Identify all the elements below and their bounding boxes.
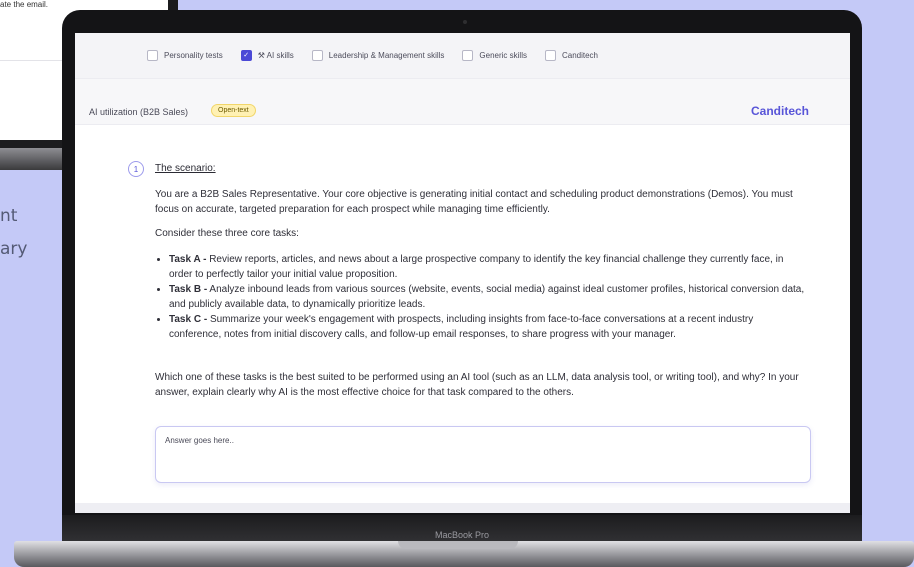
filter-label: Canditech: [561, 51, 599, 60]
scenario-intro: You are a B2B Sales Representative. Your…: [155, 189, 793, 215]
task-label: Task C -: [169, 314, 208, 325]
background-snippet: ate the email.: [0, 0, 49, 9]
filter-personality-tests[interactable]: Personality tests: [147, 50, 223, 61]
laptop-notch: [398, 541, 518, 549]
checkbox[interactable]: [544, 50, 556, 61]
question-number: 1: [128, 161, 144, 177]
side-text-line: ary: [0, 239, 28, 259]
task-text: Analyze inbound leads from various sourc…: [169, 284, 805, 310]
task-list: Task A - Review reports, articles, and n…: [155, 252, 805, 342]
side-text: nt ary: [0, 200, 27, 266]
camera-icon: [463, 20, 467, 24]
question-category: AI utilization (B2B Sales): [89, 107, 189, 117]
question-header: AI utilization (B2B Sales) Open-text Can…: [75, 78, 850, 125]
task-text: Review reports, articles, and news about…: [169, 254, 784, 280]
filter-label: Personality tests: [164, 51, 223, 60]
filter-list: Personality tests ✓ ⚒ AI skills Leadersh…: [147, 50, 598, 61]
question-prompt: Which one of these tasks is the best sui…: [155, 372, 799, 398]
screen-footer: [75, 503, 850, 513]
checkbox[interactable]: [311, 50, 323, 61]
tasks-intro: Consider these three core tasks:: [155, 228, 299, 239]
question-body: You are a B2B Sales Representative. Your…: [155, 187, 805, 400]
device-label: MacBook Pro: [434, 530, 490, 540]
task-label: Task A -: [169, 254, 207, 265]
filter-ai-skills[interactable]: ✓ ⚒ AI skills: [240, 50, 294, 61]
brand-logo: Canditech: [750, 104, 809, 118]
answer-textarea[interactable]: Answer goes here..: [155, 426, 811, 483]
side-text-line: nt: [0, 206, 18, 226]
laptop-hinge: MacBook Pro: [62, 515, 862, 541]
task-item: Task B - Analyze inbound leads from vari…: [169, 282, 805, 312]
filter-label: Leadership & Management skills: [328, 51, 445, 60]
task-item: Task C - Summarize your week's engagemen…: [169, 312, 805, 342]
question-type-badge: Open-text: [211, 104, 256, 117]
task-item: Task A - Review reports, articles, and n…: [169, 252, 805, 282]
checkbox[interactable]: [147, 50, 158, 61]
filter-label: ⚒ AI skills: [257, 51, 294, 60]
filter-toolbar: Personality tests ✓ ⚒ AI skills Leadersh…: [75, 33, 850, 78]
task-text: Summarize your week's engagement with pr…: [169, 314, 754, 340]
filter-label: Generic skills: [479, 51, 527, 60]
app-screen: Personality tests ✓ ⚒ AI skills Leadersh…: [75, 33, 850, 513]
checkbox[interactable]: [462, 50, 474, 61]
filter-generic-skills[interactable]: Generic skills: [462, 50, 527, 61]
task-label: Task B -: [169, 284, 208, 295]
question-title: The scenario:: [155, 163, 216, 174]
filter-leadership[interactable]: Leadership & Management skills: [311, 50, 445, 61]
answer-placeholder: Answer goes here..: [165, 436, 234, 445]
filter-canditech[interactable]: Canditech: [544, 50, 599, 61]
checkbox-checked[interactable]: ✓: [240, 50, 252, 61]
